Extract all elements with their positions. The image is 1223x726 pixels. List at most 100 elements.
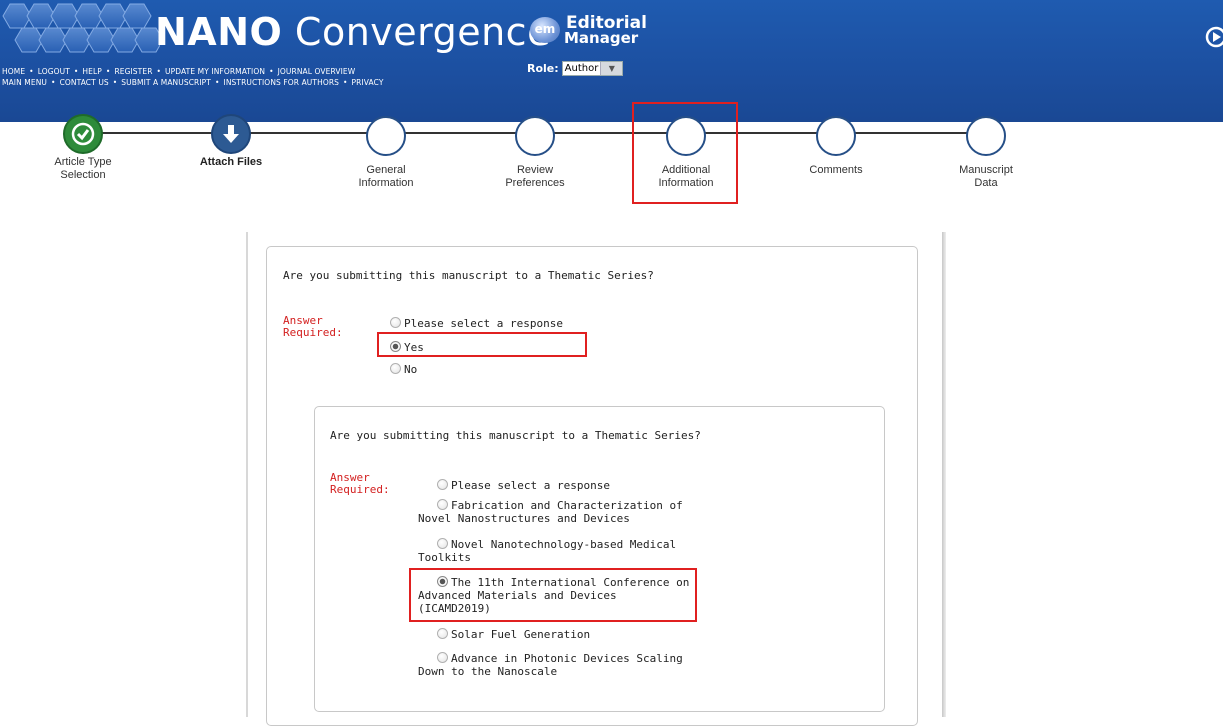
radio-option-no[interactable]: No <box>390 363 417 376</box>
step-label-line2: Selection <box>60 169 106 181</box>
step-label-line1: Review <box>516 164 554 176</box>
arrow-down-icon <box>223 125 239 143</box>
nav-contact-us-link[interactable]: CONTACT US <box>60 78 109 87</box>
role-dropdown[interactable]: Author ▼ <box>561 61 624 76</box>
step-label: Article Type Selection <box>23 156 143 182</box>
nav-links-row-1: HOME • LOGOUT • HELP • REGISTER • UPDATE MY INFO… <box>2 67 355 76</box>
em-logo-text: Editorial Manager <box>546 15 647 47</box>
radio-button[interactable] <box>437 479 448 490</box>
series-option-label: Please select a response <box>451 479 610 492</box>
series-option-label-line2: Down to the Nanoscale <box>418 665 558 678</box>
step-label-line1: Manuscript <box>959 164 1013 176</box>
submission-wizard: Article Type Selection Attach Files Gene… <box>0 108 1223 218</box>
hexagon-pattern-logo <box>2 3 160 53</box>
nav-register-link[interactable]: REGISTER <box>114 67 152 76</box>
step-done-circle <box>63 114 103 154</box>
step-pending-circle <box>515 116 555 156</box>
answer-required-label-2: Answer Required: <box>330 472 390 496</box>
checkmark-icon <box>71 122 95 146</box>
series-option-label-line2: Novel Nanostructures and Devices <box>418 512 630 525</box>
series-option-label-line1: Fabrication and Characterization of <box>451 499 683 512</box>
play-circle-icon[interactable] <box>1205 26 1223 48</box>
step-label: Review Preferences <box>475 164 595 190</box>
annotation-highlight-icamd2019 <box>409 568 697 622</box>
answer-required-line2: Required: <box>283 326 343 339</box>
step-attach-files[interactable]: Attach Files <box>171 114 291 169</box>
thematic-series-question: Are you submitting this manuscript to a … <box>283 269 654 282</box>
step-label-line1: Attach Files <box>199 156 263 168</box>
radio-button[interactable] <box>390 317 401 328</box>
nav-separator: • <box>269 67 274 76</box>
thematic-series-question-2: Are you submitting this manuscript to a … <box>330 429 701 442</box>
journal-title: NANO Convergence <box>155 10 551 54</box>
series-option-fabrication[interactable]: Fabrication and Characterization of Nove… <box>418 499 688 525</box>
nav-instructions-link[interactable]: INSTRUCTIONS FOR AUTHORS <box>224 78 339 87</box>
radio-button[interactable] <box>437 538 448 549</box>
nav-separator: • <box>51 78 56 87</box>
step-label-line2: Preferences <box>505 177 565 189</box>
step-label-line2: Information <box>358 177 414 189</box>
step-pending-circle <box>966 116 1006 156</box>
step-label: Manuscript Data <box>926 164 1046 190</box>
series-option-label-line1: Advance in Photonic Devices Scaling <box>451 652 683 665</box>
step-label-line1: General <box>366 164 406 176</box>
nav-update-info-link[interactable]: UPDATE MY INFORMATION <box>165 67 265 76</box>
step-current-circle <box>211 114 251 154</box>
nav-separator: • <box>343 78 348 87</box>
step-comments[interactable]: Comments <box>776 116 896 177</box>
step-label-line1: Comments <box>809 164 863 176</box>
nav-help-link[interactable]: HELP <box>82 67 101 76</box>
journal-title-rest: Convergence <box>282 10 551 54</box>
step-manuscript-data[interactable]: Manuscript Data <box>926 116 1046 190</box>
step-article-type-selection[interactable]: Article Type Selection <box>23 114 143 182</box>
series-option-solar-fuel[interactable]: Solar Fuel Generation <box>418 628 688 641</box>
radio-button[interactable] <box>437 628 448 639</box>
answer-required-line2: Required: <box>330 483 390 496</box>
step-label: General Information <box>326 164 446 190</box>
radio-option-please-select[interactable]: Please select a response <box>390 317 563 330</box>
step-review-preferences[interactable]: Review Preferences <box>475 116 595 190</box>
radio-button[interactable] <box>437 652 448 663</box>
content-left-border <box>246 232 248 717</box>
nav-links-row-2: MAIN MENU • CONTACT US • SUBMIT A MANUSCRIPT… <box>2 78 384 87</box>
answer-required-label: Answer Required: <box>283 315 343 339</box>
editorial-manager-logo: em Editorial Manager <box>530 14 647 58</box>
step-label: Comments <box>776 164 896 177</box>
role-selector: Role: Author ▼ <box>527 61 624 76</box>
step-general-information[interactable]: General Information <box>326 116 446 190</box>
radio-option-label: Please select a response <box>404 317 563 330</box>
radio-button[interactable] <box>437 499 448 510</box>
annotation-highlight-yes <box>377 332 587 357</box>
series-option-medical-toolkits[interactable]: Novel Nanotechnology-based Medical Toolk… <box>418 538 688 564</box>
nav-separator: • <box>73 67 79 76</box>
step-pending-circle <box>366 116 406 156</box>
series-option-please-select[interactable]: Please select a response <box>418 479 688 492</box>
em-logo-line2: Manager <box>564 29 639 47</box>
role-value: Author <box>564 63 599 74</box>
step-label-line2: Data <box>974 177 998 189</box>
role-label: Role: <box>527 62 559 75</box>
chevron-down-icon: ▼ <box>600 62 623 75</box>
radio-button[interactable] <box>390 363 401 374</box>
series-option-label: Solar Fuel Generation <box>451 628 591 641</box>
journal-header: NANO Convergence em Editorial Manager Ro… <box>0 0 1223 122</box>
nav-submit-manuscript-link[interactable]: SUBMIT A MANUSCRIPT <box>121 78 211 87</box>
journal-title-bold: NANO <box>155 10 283 54</box>
nav-journal-overview-link[interactable]: JOURNAL OVERVIEW <box>278 67 356 76</box>
series-option-label-line1: Novel Nanotechnology-based Medical <box>451 538 677 551</box>
nav-privacy-link[interactable]: PRIVACY <box>352 78 384 87</box>
nav-separator: • <box>29 67 34 76</box>
nav-separator: • <box>214 78 220 87</box>
step-label: Attach Files <box>171 156 291 169</box>
nav-separator: • <box>156 67 162 76</box>
nav-separator: • <box>112 78 118 87</box>
nav-home-link[interactable]: HOME <box>2 67 25 76</box>
nav-logout-link[interactable]: LOGOUT <box>38 67 70 76</box>
step-pending-circle <box>816 116 856 156</box>
series-option-photonic-devices[interactable]: Advance in Photonic Devices Scaling Down… <box>418 652 688 678</box>
nav-main-menu-link[interactable]: MAIN MENU <box>2 78 47 87</box>
step-pending-circle <box>666 116 706 156</box>
content-right-shadow <box>942 232 946 717</box>
radio-option-label: No <box>404 363 418 376</box>
series-option-label-line2: Toolkits <box>418 551 471 564</box>
